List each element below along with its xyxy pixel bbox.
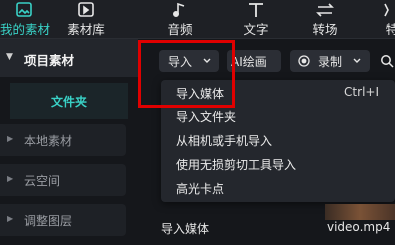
collapse-arrow-icon: ▼	[6, 52, 13, 62]
music-note-icon	[160, 2, 200, 18]
menu-item-shortcut: Ctrl+I	[344, 85, 379, 99]
transition-icon	[305, 2, 345, 18]
tab-label: 特	[385, 22, 395, 37]
my-media-icon	[0, 2, 48, 18]
tab-transition[interactable]: 转场	[305, 0, 345, 38]
search-icon[interactable]	[380, 54, 394, 71]
menu-item-import-camera[interactable]: 从相机或手机导入	[161, 130, 395, 150]
tab-audio[interactable]: 音频	[160, 0, 200, 38]
menu-item-label: 从相机或手机导入	[176, 134, 273, 148]
ai-paint-button[interactable]: AI绘画	[227, 50, 281, 72]
tab-label: 我的素材	[0, 22, 51, 37]
media-library-icon	[58, 2, 114, 18]
sidebar-section-header[interactable]: ▼ 项目素材	[0, 39, 138, 77]
sidebar: ▼ 项目素材 文件夹 ▶ 本地素材 ▶ 云空间 ▶ 调整图层	[0, 39, 138, 245]
import-media-tile-label: 导入媒体	[161, 222, 210, 236]
tab-label: 音频	[167, 22, 193, 37]
sidebar-item-folder[interactable]: 文件夹	[10, 83, 128, 119]
effects-icon	[377, 2, 395, 18]
record-button[interactable]: 录制	[290, 50, 370, 72]
sidebar-item-label: 调整图层	[24, 214, 73, 228]
tab-label: 转场	[312, 22, 338, 37]
sidebar-section-title: 项目素材	[24, 53, 75, 68]
ai-paint-label: AI绘画	[231, 55, 267, 69]
record-label: 录制	[318, 55, 343, 69]
tab-label: 文字	[243, 22, 269, 37]
annotation-highlight-box	[138, 40, 235, 108]
chevron-down-icon	[352, 53, 362, 70]
tab-text[interactable]: 文字	[236, 0, 276, 38]
menu-item-import-folder[interactable]: 导入文件夹	[161, 106, 395, 126]
video-thumbnail[interactable]	[325, 204, 395, 220]
sidebar-item-local[interactable]: ▶ 本地素材	[0, 124, 126, 156]
sidebar-item-cloud[interactable]: ▶ 云空间	[0, 164, 126, 196]
expand-arrow-icon: ▶	[7, 214, 14, 223]
expand-arrow-icon: ▶	[7, 134, 14, 143]
video-file-name: video.mp4	[327, 220, 391, 234]
folder-label: 文件夹	[50, 95, 87, 109]
tab-label: 素材库	[67, 22, 105, 37]
sidebar-item-label: 云空间	[24, 174, 61, 188]
menu-item-lossless-import[interactable]: 使用无损剪切工具导入	[161, 154, 395, 174]
tab-effects[interactable]: 特	[377, 0, 395, 38]
tab-media-library[interactable]: 素材库	[58, 0, 114, 38]
menu-item-label: 高光卡点	[176, 182, 225, 196]
expand-arrow-icon: ▶	[7, 174, 14, 183]
top-tab-bar: 我的素材 素材库 音频 文字 转场 特	[0, 0, 395, 39]
menu-item-label: 导入文件夹	[176, 110, 237, 124]
sidebar-item-adjust-layer[interactable]: ▶ 调整图层	[0, 204, 126, 236]
menu-item-highlight-beat[interactable]: 高光卡点	[161, 178, 395, 198]
record-icon	[298, 55, 310, 70]
sidebar-item-label: 本地素材	[24, 134, 73, 148]
tab-my-media[interactable]: 我的素材	[0, 0, 51, 38]
menu-item-label: 使用无损剪切工具导入	[176, 158, 297, 172]
text-t-icon	[236, 2, 276, 18]
